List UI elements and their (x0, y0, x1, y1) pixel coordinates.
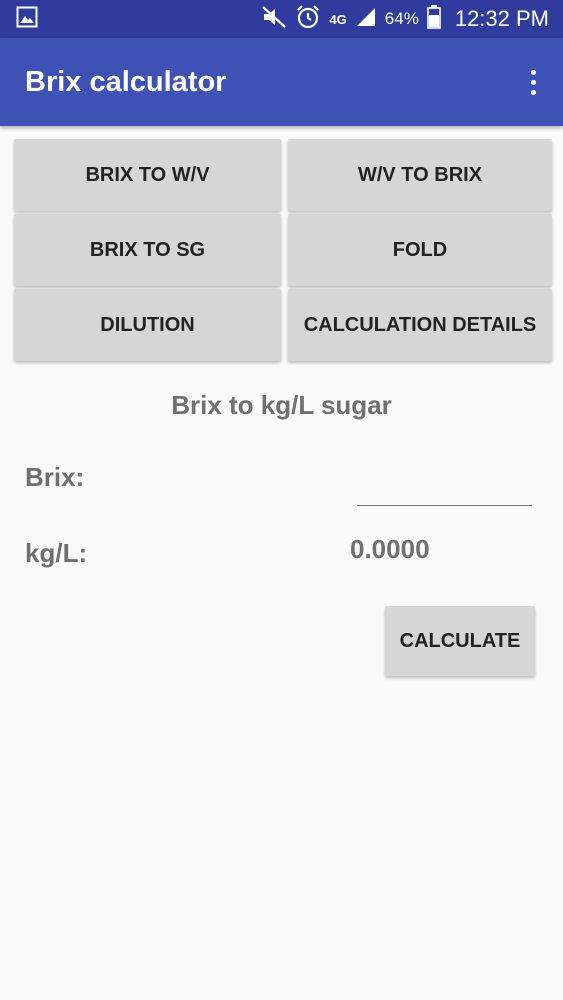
gallery-icon (16, 6, 38, 33)
brix-label: Brix: (25, 462, 85, 492)
more-vert-icon[interactable] (521, 62, 545, 102)
mute-icon (261, 5, 287, 34)
brix-to-wv-button[interactable]: BRIX TO W/V (14, 139, 281, 211)
app-title: Brix calculator (25, 65, 227, 98)
app-bar: Brix calculator (0, 38, 563, 126)
status-bar: 4G 64% 12:32 PM (0, 0, 563, 38)
signal-icon (355, 6, 377, 33)
wv-to-brix-button[interactable]: W/V TO BRIX (288, 139, 552, 211)
alarm-icon (295, 4, 321, 35)
result-value: 0.0000 (350, 534, 430, 564)
result-label: kg/L: (25, 538, 88, 568)
brix-input[interactable] (357, 470, 532, 506)
battery-percent: 64% (384, 9, 419, 28)
brix-to-sg-button[interactable]: BRIX TO SG (14, 214, 281, 286)
dilution-button[interactable]: DILUTION (14, 289, 281, 361)
calculation-details-button[interactable]: CALCULATION DETAILS (288, 289, 552, 361)
network-type: 4G (329, 11, 347, 27)
calculate-button[interactable]: CALCULATE (385, 606, 535, 676)
fold-button[interactable]: FOLD (288, 214, 552, 286)
section-title: Brix to kg/L sugar (171, 390, 392, 420)
clock: 12:32 PM (454, 6, 549, 31)
battery-icon (427, 4, 441, 34)
